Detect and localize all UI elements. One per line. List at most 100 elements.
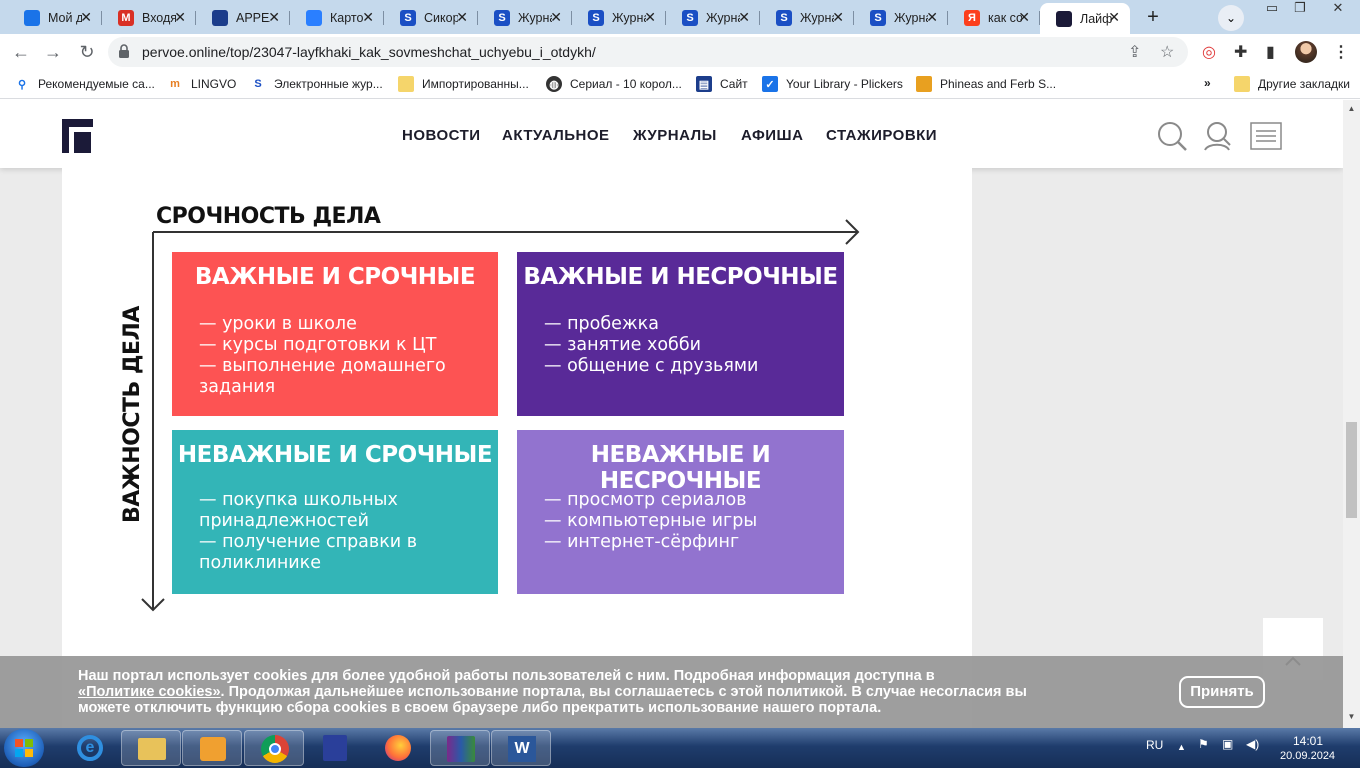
extension-target-icon[interactable]: ◎ [1202, 42, 1216, 62]
other-bookmarks[interactable]: Другие закладки [1234, 76, 1350, 92]
taskbar-firefox[interactable] [368, 730, 428, 766]
bookmark-star-icon[interactable]: ☆ [1160, 42, 1174, 62]
taskbar-winrar[interactable] [430, 730, 490, 766]
quadrant-item: задания [199, 377, 276, 397]
bookmark-item[interactable]: ⚲ Рекомендуемые са... [14, 76, 155, 92]
network-icon[interactable]: ▣ [1222, 737, 1233, 751]
taskbar-explorer[interactable] [121, 730, 181, 766]
lock-icon[interactable] [118, 44, 130, 58]
browser-tab[interactable]: S Журна✕ [478, 3, 572, 32]
checkbox-icon: ✓ [762, 76, 778, 92]
restore-icon[interactable]: ❐ [1286, 0, 1314, 20]
close-tab-icon[interactable]: ✕ [926, 9, 938, 26]
clock-date[interactable]: 20.09.2024 [1280, 750, 1335, 762]
share-icon[interactable]: ⇪ [1128, 42, 1141, 62]
reload-icon[interactable]: ↻ [76, 42, 98, 63]
taskbar-save[interactable] [305, 730, 365, 766]
flag-icon[interactable]: ⚑ [1198, 737, 1209, 751]
extensions-puzzle-icon[interactable]: ✚ [1234, 42, 1247, 62]
new-tab-button[interactable]: + [1141, 6, 1165, 30]
taskbar-media[interactable] [182, 730, 242, 766]
x-axis-label: СРОЧНОСТЬ ДЕЛА [156, 204, 381, 229]
menu-kebab-icon[interactable]: ⋮ [1333, 42, 1349, 62]
phineas-icon [916, 76, 932, 92]
cookie-policy-link[interactable]: «Политике cookies» [78, 684, 221, 700]
y-axis-label: ВАЖНОСТЬ ДЕЛА [120, 306, 145, 523]
s-logo-icon: S [776, 9, 792, 26]
bookmark-item[interactable]: ✓ Your Library - Plickers [762, 76, 903, 92]
nav-afisha[interactable]: АФИША [741, 127, 803, 144]
user-icon[interactable] [1202, 120, 1234, 152]
close-tab-icon[interactable]: ✕ [456, 9, 468, 26]
taskbar-ie[interactable]: e [60, 730, 120, 766]
side-panel-icon[interactable]: ▮ [1266, 42, 1275, 62]
back-icon[interactable]: ← [10, 42, 32, 63]
quadrant-item: — просмотр сериалов [544, 490, 747, 510]
url-text[interactable]: pervoe.online/top/23047-layfkhaki_kak_so… [142, 44, 596, 60]
browser-tab[interactable]: S Журна✕ [572, 3, 666, 32]
browser-tab[interactable]: S Журна✕ [760, 3, 854, 32]
matrix-quadrant: ВАЖНЫЕ И НЕСРОЧНЫЕ — пробежка — занятие хо… [517, 252, 844, 416]
start-button[interactable] [4, 729, 44, 767]
scroll-up-arrow-icon[interactable]: ▲ [1343, 104, 1360, 113]
accept-cookies-button[interactable]: Принять [1179, 676, 1265, 708]
taskbar-word[interactable]: W [491, 730, 551, 766]
more-bookmarks-chevron-icon[interactable]: » [1204, 76, 1211, 90]
tab-search-chevron-icon[interactable]: ⌄ [1218, 5, 1244, 31]
pervoe-logo-icon [1056, 10, 1072, 27]
search-icon[interactable] [1156, 120, 1188, 152]
close-tab-icon[interactable]: ✕ [268, 9, 280, 26]
close-window-icon[interactable]: ✕ [1318, 0, 1358, 20]
forward-icon[interactable]: → [42, 42, 64, 63]
bookmark-item[interactable]: S Электронные жур... [250, 76, 382, 92]
close-tab-icon[interactable]: ✕ [174, 9, 186, 26]
browser-tab[interactable]: M Входя ✕ [102, 3, 196, 32]
s-logo-icon: S [870, 9, 886, 26]
browser-tab[interactable]: Лайф ✕ [1040, 3, 1130, 34]
bookmark-item[interactable]: m LINGVO [167, 76, 236, 92]
page-scrollbar[interactable]: ▲ ▼ [1343, 100, 1360, 728]
scrollbar-thumb[interactable] [1346, 422, 1357, 518]
tab-title: Карто [330, 10, 364, 25]
close-tab-icon[interactable]: ✕ [644, 9, 656, 26]
close-tab-icon[interactable]: ✕ [550, 9, 562, 26]
browser-tab[interactable]: Карто ✕ [290, 3, 384, 32]
scroll-down-arrow-icon[interactable]: ▼ [1343, 712, 1360, 721]
bookmark-item[interactable]: Phineas and Ferb S... [916, 76, 1056, 92]
browser-tab[interactable]: APPEA✕ [196, 3, 290, 32]
windows-taskbar: e W RU ▲ ⚑ ▣ ◀) 14:01 20.09.2024 [0, 728, 1360, 768]
nav-actual[interactable]: АКТУАЛЬНОЕ [502, 127, 610, 144]
tray-expand-icon[interactable]: ▲ [1177, 742, 1186, 752]
close-tab-icon[interactable]: ✕ [1108, 9, 1120, 26]
volume-icon[interactable]: ◀) [1246, 737, 1259, 751]
quadrant-title: ВАЖНЫЕ И СРОЧНЫЕ [194, 264, 476, 290]
clock-time[interactable]: 14:01 [1293, 734, 1323, 748]
language-indicator[interactable]: RU [1146, 738, 1163, 752]
close-tab-icon[interactable]: ✕ [832, 9, 844, 26]
nav-internships[interactable]: СТАЖИРОВКИ [826, 127, 937, 144]
close-tab-icon[interactable]: ✕ [1018, 9, 1030, 26]
close-tab-icon[interactable]: ✕ [738, 9, 750, 26]
browser-tab[interactable]: S Журна✕ [854, 3, 948, 32]
taskbar-chrome[interactable] [244, 730, 304, 766]
browser-tab[interactable]: S Сикор ✕ [384, 3, 478, 32]
close-tab-icon[interactable]: ✕ [362, 9, 374, 26]
search-q-icon [306, 9, 322, 26]
s-logo-icon: S [400, 9, 416, 26]
profile-avatar[interactable] [1295, 41, 1317, 63]
bookmark-item[interactable]: ◍ Сериал - 10 корол... [546, 76, 682, 92]
nav-news[interactable]: НОВОСТИ [402, 127, 481, 144]
browser-tab[interactable]: Мой д ✕ [8, 3, 102, 32]
close-tab-icon[interactable]: ✕ [80, 9, 92, 26]
nav-journals[interactable]: ЖУРНАЛЫ [633, 127, 717, 144]
minimize-icon[interactable]: ▭ [1258, 0, 1286, 20]
firefox-icon [385, 735, 411, 761]
browser-tab[interactable]: S Журна✕ [666, 3, 760, 32]
menu-icon[interactable] [1250, 122, 1282, 150]
bookmark-item[interactable]: ▤ Сайт [696, 76, 748, 92]
browser-tab[interactable]: Якак со ✕ [948, 3, 1040, 32]
address-bar[interactable]: pervoe.online/top/23047-layfkhaki_kak_so… [108, 37, 1188, 67]
site-logo[interactable] [62, 119, 96, 158]
globe-icon: ◍ [546, 76, 562, 92]
bookmark-item[interactable]: Импортированны... [398, 76, 529, 92]
